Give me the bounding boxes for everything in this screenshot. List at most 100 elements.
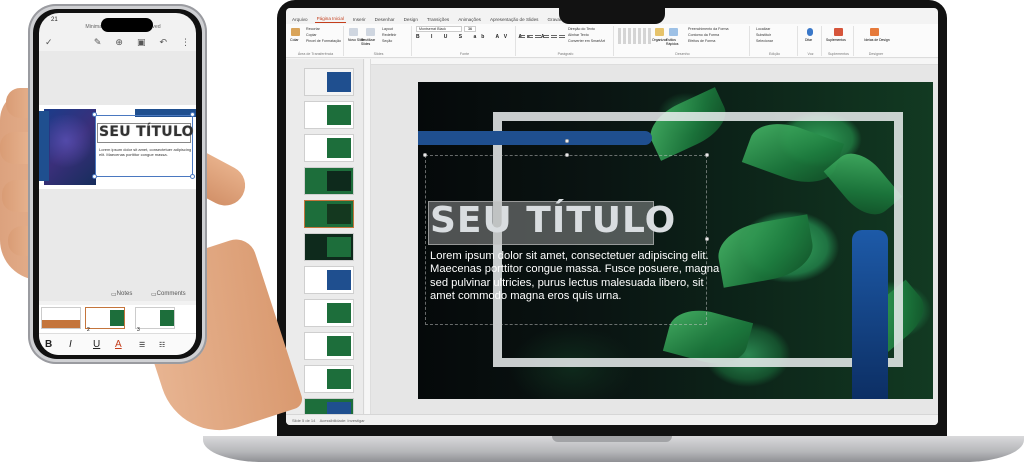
design-ideas-icon[interactable]	[870, 28, 879, 36]
resize-handle[interactable]	[190, 174, 195, 179]
editing-group: Localizar Substituir Selecionar Edição	[752, 26, 798, 56]
phone-slide-title[interactable]: SEU TÍTULO	[99, 124, 194, 140]
pen-icon[interactable]: ✎	[94, 37, 102, 48]
slide-thumbnail[interactable]: 8	[304, 299, 354, 327]
slide-thumbnail[interactable]: 6	[304, 233, 354, 261]
thumbnail-image	[327, 402, 351, 414]
dictate-button[interactable]: Ditar	[805, 38, 812, 42]
thumbnail-image	[327, 138, 351, 158]
paste-icon[interactable]	[291, 28, 300, 36]
new-slide-icon[interactable]	[349, 28, 358, 36]
paste-button[interactable]: Colar	[290, 38, 299, 42]
clipboard-commands: Recortar Copiar Pincel de Formatação	[304, 26, 341, 44]
slide-thumbnail[interactable]: 7	[304, 266, 354, 294]
thumbnail-image	[327, 270, 351, 290]
italic-button[interactable]: I	[69, 339, 72, 350]
ribbon-tab[interactable]: Transições	[425, 16, 451, 23]
phone-current-slide[interactable]: SEU TÍTULO Lorem ipsum dolor sit amet, c…	[39, 105, 196, 189]
quick-styles-button[interactable]: Estilos Rápidos	[666, 38, 682, 46]
present-icon[interactable]: ▣	[137, 37, 146, 48]
addins-button[interactable]: Suplementos	[826, 38, 846, 42]
slide-thumbnail[interactable]: 5	[304, 200, 354, 228]
add-icon[interactable]: ⊕	[115, 37, 123, 48]
section-button[interactable]: Seção	[380, 38, 396, 44]
paragraph-group: Direção do Texto Alinhar Texto Converter…	[518, 26, 614, 56]
ribbon-tab[interactable]: Desenhar	[373, 16, 397, 23]
undo-icon[interactable]: ↶	[159, 37, 167, 48]
check-icon[interactable]: ✓	[45, 37, 53, 48]
slide-thumbnail[interactable]: 11	[304, 398, 354, 414]
ribbon-tab[interactable]: Apresentação de Slides	[488, 16, 541, 23]
camera-notch	[559, 0, 665, 24]
slide-thumbnail[interactable]: 10	[304, 365, 354, 393]
thumbnail-image	[327, 336, 351, 356]
shapes-gallery[interactable]	[618, 28, 652, 44]
resize-handle[interactable]	[705, 153, 709, 157]
slide-title[interactable]: SEU TÍTULO	[430, 200, 676, 241]
laptop-lid: Arquivo Página Inicial Inserir Desenhar Desi…	[277, 0, 947, 440]
phone-slide-body[interactable]: Lorem ipsum dolor sit amet, consectetuer…	[99, 147, 193, 157]
arrange-icon[interactable]	[655, 28, 664, 36]
phone-slide-strip[interactable]: 2 3	[39, 305, 196, 333]
resize-handle[interactable]	[92, 174, 97, 179]
resize-handle[interactable]	[92, 112, 97, 117]
slide-body-text[interactable]: Lorem ipsum dolor sit amet, consectetuer…	[430, 250, 730, 304]
ribbon-tab[interactable]: Arquivo	[290, 16, 310, 23]
smartart-button[interactable]: Converter em SmartArt	[566, 38, 605, 44]
design-ideas-button[interactable]: Ideias de Design	[860, 38, 894, 42]
strip-thumbnail[interactable]	[85, 307, 125, 329]
addins-group: Suplementos Suplementos	[824, 26, 854, 56]
more-icon[interactable]: ⋮	[181, 37, 190, 48]
phone-toolbar: ✓ ✎ ⊕ ▣ ↶ ⋮	[39, 33, 196, 51]
reuse-slides-icon[interactable]	[366, 28, 376, 36]
slide-thumbnail[interactable]: 9	[304, 332, 354, 360]
slide-blue-bar[interactable]	[418, 131, 652, 145]
slide-thumbnail[interactable]: 3	[304, 134, 354, 162]
accessibility-status[interactable]: Acessibilidade: Investigar	[320, 418, 365, 423]
status-bar: Slide 5 de 14 Acessibilidade: Investigar	[286, 414, 938, 425]
bold-button[interactable]: B	[45, 339, 52, 350]
smartphone: 21 Minimal - Demonstrativo - Saved ✓ ✎ ⊕…	[28, 4, 207, 364]
slide-thumbnail[interactable]: 4	[304, 167, 354, 195]
drawing-group: Organizar Estilos Rápidos Preenchimento …	[616, 26, 750, 56]
slide-thumbnails-panel[interactable]: 1 2 3 4 5 6 7 8 9 10 11	[286, 59, 364, 414]
underline-button[interactable]: U	[93, 339, 100, 350]
ribbon-tab[interactable]: Animações	[456, 16, 483, 23]
quick-styles-icon[interactable]	[669, 28, 678, 36]
phone-notes-row: ▭ Notes ▭ Comments	[39, 291, 196, 301]
microphone-icon[interactable]	[807, 28, 813, 36]
current-slide[interactable]: SEU TÍTULO Lorem ipsum dolor sit amet, c…	[418, 82, 933, 399]
laptop-screen: Arquivo Página Inicial Inserir Desenhar Desi…	[286, 8, 938, 425]
resize-handle[interactable]	[190, 112, 195, 117]
ribbon-tab[interactable]: Design	[402, 16, 420, 23]
arrange-button[interactable]: Organizar	[652, 38, 667, 42]
slide-thumbnail[interactable]: 2	[304, 101, 354, 129]
resize-handle[interactable]	[705, 237, 709, 241]
slide-blue-bar	[39, 111, 49, 181]
slides-group-label: Slides	[373, 52, 384, 56]
resize-handle[interactable]	[423, 153, 427, 157]
bullets-icon[interactable]: ☰	[139, 341, 145, 349]
phone-screen: 21 Minimal - Demonstrativo - Saved ✓ ✎ ⊕…	[39, 13, 196, 355]
resize-handle[interactable]	[565, 153, 569, 157]
ribbon-tab[interactable]: Inserir	[351, 16, 368, 23]
shape-effects-button[interactable]: Efeitos de Forma	[686, 38, 729, 44]
addins-icon[interactable]	[834, 28, 843, 36]
slide-thumbnail[interactable]: 1	[304, 68, 354, 96]
strip-thumbnail[interactable]	[135, 307, 175, 329]
comments-label: Comments	[156, 291, 186, 297]
notes-button[interactable]: ▭ Notes	[111, 291, 132, 298]
rotate-handle[interactable]	[565, 139, 569, 143]
strip-thumbnail[interactable]	[41, 307, 81, 329]
numbering-icon[interactable]: ☷	[159, 341, 165, 349]
reuse-slides-button[interactable]: Reutilizar Slides	[361, 38, 379, 46]
comments-button[interactable]: ▭ Comments	[151, 291, 186, 298]
format-painter-button[interactable]: Pincel de Formatação	[304, 38, 341, 44]
font-group-label: Fonte	[459, 52, 470, 56]
select-button[interactable]: Selecionar	[754, 38, 773, 44]
font-color-button[interactable]: A	[115, 339, 122, 350]
ribbon-tab[interactable]: Página Inicial	[314, 15, 346, 23]
slide-blue-pillar[interactable]	[852, 230, 888, 399]
thumbnail-image	[327, 303, 351, 323]
dynamic-island	[101, 18, 153, 32]
